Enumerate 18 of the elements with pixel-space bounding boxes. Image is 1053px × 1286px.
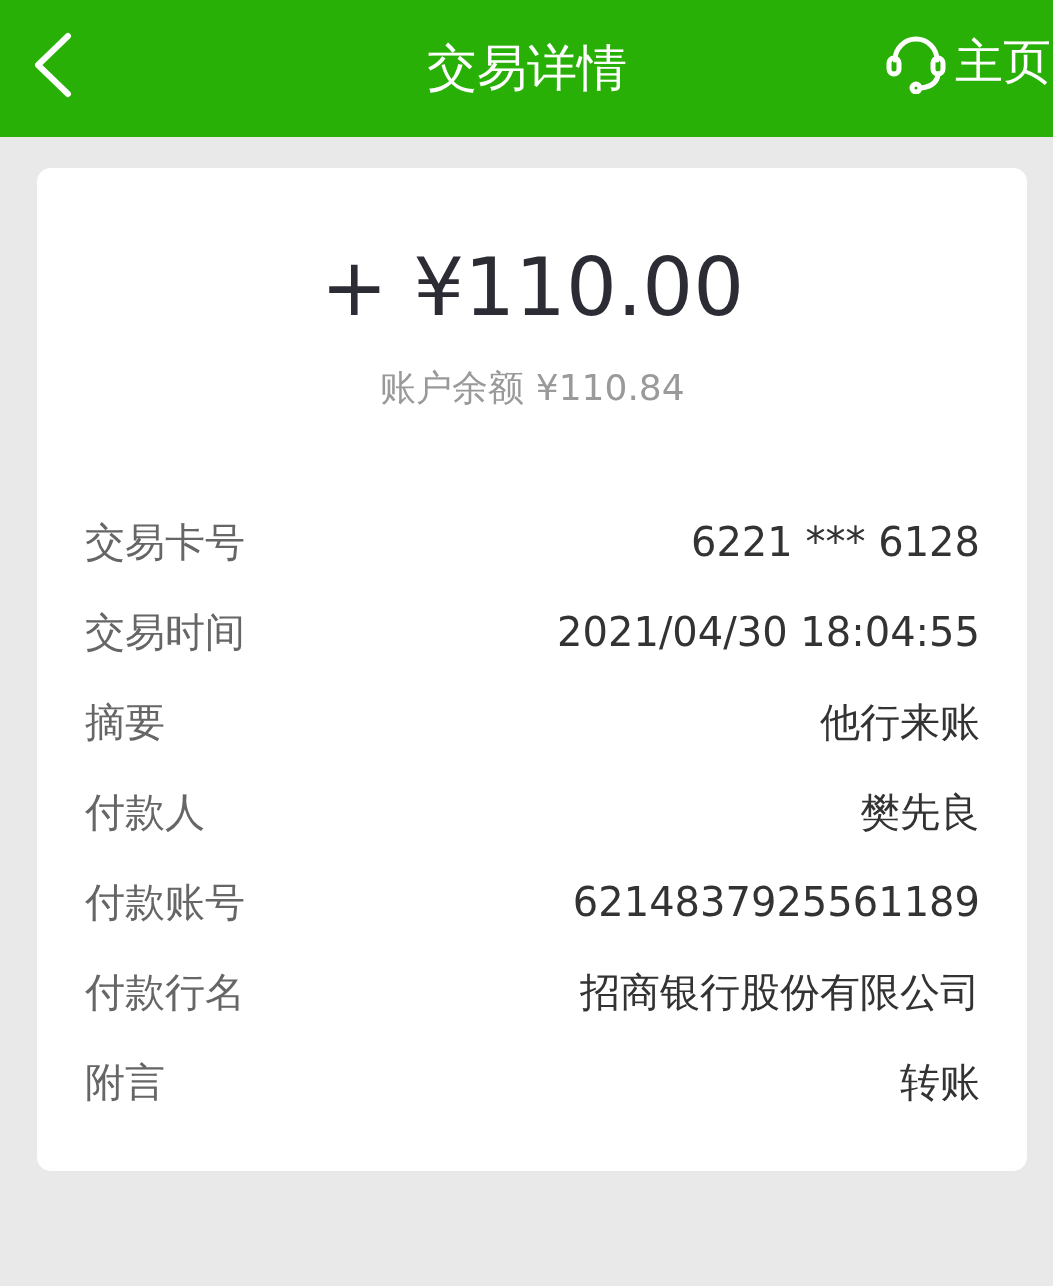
detail-value: 转账 (900, 1057, 980, 1107)
detail-value: 2021/04/30 18:04:55 (557, 609, 980, 655)
detail-label: 付款账号 (85, 877, 245, 927)
detail-label: 交易卡号 (85, 517, 245, 567)
home-button[interactable]: 主页 (955, 30, 1051, 94)
amount-text: + ¥110.00 (319, 240, 746, 336)
balance-text: 账户余额 ¥110.84 (379, 366, 686, 410)
detail-label: 交易时间 (85, 607, 245, 657)
detail-label: 附言 (85, 1057, 165, 1107)
detail-value: 6221 *** 6128 (690, 519, 980, 565)
detail-label: 付款人 (85, 787, 205, 837)
detail-label: 摘要 (85, 697, 165, 747)
detail-value: 招商银行股份有限公司 (580, 967, 980, 1017)
detail-value: 6214837925561189 (572, 879, 980, 925)
detail-value: 他行来账 (820, 697, 980, 747)
detail-label: 付款行名 (85, 967, 245, 1017)
detail-value: 樊先良 (860, 787, 980, 837)
page-title: 交易详情 (426, 38, 627, 99)
